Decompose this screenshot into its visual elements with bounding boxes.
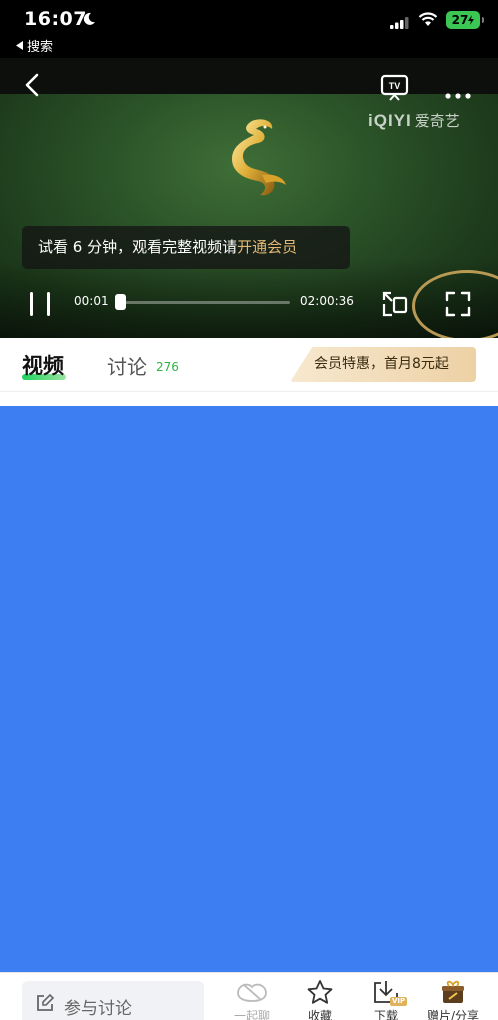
back-icon[interactable] — [22, 72, 44, 102]
watch-together-button[interactable]: 一起聊 — [224, 979, 280, 1020]
battery-level: 27 — [451, 13, 469, 27]
back-triangle-icon — [16, 41, 23, 50]
trial-tip: 试看 6 分钟，观看完整视频请开通会员 — [22, 226, 350, 269]
discuss-count: 276 — [156, 360, 179, 374]
vip-offer-banner[interactable]: 会员特惠，首月8元起 — [290, 347, 476, 382]
trial-tip-text: 试看 6 分钟，观看完整视频请 — [38, 238, 238, 256]
edit-icon — [35, 993, 55, 1017]
tab-video[interactable]: 视频 — [22, 350, 64, 380]
pause-icon[interactable] — [28, 291, 52, 321]
progress-track[interactable] — [116, 301, 290, 304]
chat-together-icon — [237, 983, 267, 1002]
dragon-logo-image — [210, 113, 290, 207]
logo-text: iQIYI — [368, 111, 412, 130]
video-player[interactable]: TV iQIYI 爱奇艺 试看 6 分钟，观看完整视频请开通会员 00:01 02… — [0, 58, 498, 338]
tab-bar: 视频 讨论 276 会员特惠，首月8元起 — [0, 338, 498, 392]
back-to-app-link[interactable]: 搜索 — [16, 36, 53, 55]
favorite-label: 收藏 — [307, 1009, 332, 1020]
progress-thumb[interactable] — [115, 294, 126, 310]
rotate-icon[interactable] — [380, 290, 410, 322]
download-button[interactable]: VIP 下载 — [358, 979, 414, 1020]
status-bar: 16:07 搜索 27 — [0, 0, 498, 58]
iqiyi-logo: iQIYI 爱奇艺 — [368, 110, 460, 131]
total-time: 02:00:36 — [300, 294, 354, 308]
current-time: 00:01 — [74, 294, 109, 308]
open-vip-link[interactable]: 开通会员 — [237, 238, 297, 256]
logo-cn: 爱奇艺 — [414, 113, 460, 130]
charging-bolt-icon — [468, 15, 475, 25]
wifi-icon — [418, 12, 438, 31]
favorite-button[interactable]: 收藏 — [292, 979, 348, 1020]
download-label: 下载 — [373, 1009, 398, 1020]
battery-indicator: 27 — [446, 11, 484, 29]
tv-cast-icon[interactable]: TV — [380, 73, 410, 105]
svg-text:TV: TV — [389, 81, 401, 91]
comment-input[interactable]: 参与讨论 — [22, 981, 204, 1020]
share-label: 赠片/分享 — [426, 1009, 480, 1020]
content-area — [0, 406, 498, 972]
signal-icon — [390, 14, 410, 33]
share-button[interactable]: 赠片/分享 — [420, 979, 486, 1020]
more-icon[interactable] — [444, 84, 472, 103]
comment-placeholder: 参与讨论 — [64, 999, 132, 1019]
watch-together-label: 一起聊 — [233, 1009, 270, 1020]
status-time: 16:07 — [24, 8, 87, 30]
tab-discuss[interactable]: 讨论 — [107, 351, 147, 380]
bottom-action-bar: 参与讨论 一起聊 收藏 VIP 下载 赠片/分享 — [0, 972, 498, 1020]
star-icon — [307, 980, 333, 1004]
gift-icon — [442, 980, 464, 1003]
back-app-label: 搜索 — [27, 40, 54, 55]
download-vip-badge: VIP — [390, 997, 408, 1006]
moon-icon — [82, 11, 96, 30]
